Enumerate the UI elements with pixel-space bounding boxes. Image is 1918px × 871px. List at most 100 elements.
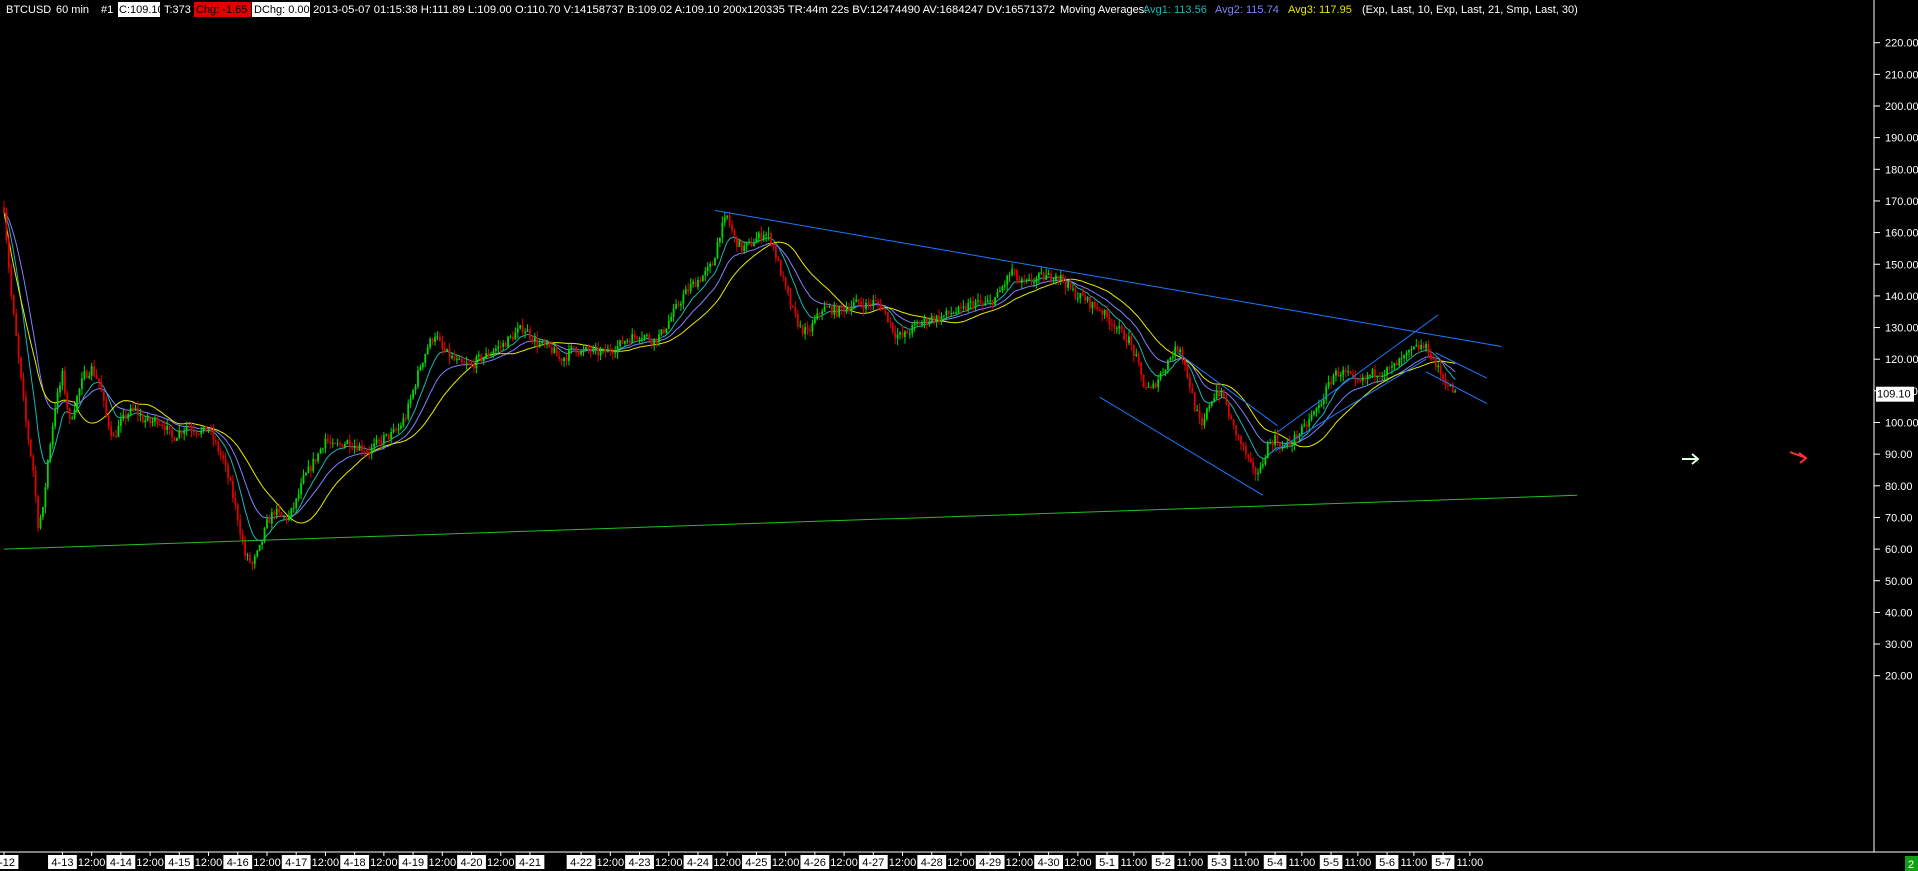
x-tick-label: 5-4 — [1267, 857, 1283, 869]
x-tick-label: 12:00 — [597, 857, 625, 869]
candle-body — [12, 295, 15, 314]
y-tick-label: 100.00 — [1885, 418, 1918, 430]
candle-body — [378, 439, 380, 441]
symbol-label: BTCUSD — [6, 4, 51, 16]
candle-body — [59, 385, 61, 393]
candle-body — [1193, 393, 1196, 411]
candle-body — [611, 351, 614, 354]
candle-body — [597, 348, 600, 356]
candle-body — [796, 313, 799, 327]
x-tick-label: 11:00 — [1457, 857, 1484, 869]
candle-body — [536, 337, 539, 347]
candle-body — [882, 308, 884, 310]
candle-body — [497, 346, 500, 349]
candle-body — [239, 520, 242, 535]
candle-body — [862, 304, 865, 310]
candle-body — [872, 300, 875, 306]
candle-body — [448, 348, 451, 358]
candle-body — [1259, 466, 1262, 473]
candle-body — [1191, 388, 1194, 394]
candle-body — [283, 516, 285, 518]
candle-body — [665, 328, 668, 334]
candle-body — [1347, 371, 1350, 373]
candle-body — [563, 357, 565, 362]
candle-body — [860, 302, 863, 305]
avg3-legend: Avg3: 117.95 — [1288, 4, 1352, 16]
candle-body — [490, 353, 492, 356]
candle-body — [1052, 279, 1055, 281]
candle-body — [1405, 352, 1408, 356]
candle-body — [100, 381, 103, 392]
candle-body — [546, 342, 548, 345]
candle-body — [270, 512, 273, 524]
candle-body — [81, 378, 83, 389]
candle-body — [1188, 377, 1191, 389]
x-tick-label: 4-14 — [110, 857, 132, 869]
candle-body — [351, 447, 354, 449]
candle-body — [918, 322, 921, 325]
corner-badge[interactable]: 2 — [1908, 859, 1914, 871]
candle-body — [163, 426, 166, 430]
candle-body — [638, 338, 641, 340]
candle-body — [85, 370, 88, 378]
candle-body — [560, 358, 563, 362]
candle-body — [631, 333, 634, 344]
candle-body — [986, 300, 989, 303]
candle-body — [950, 313, 953, 315]
x-tick-label: 12:00 — [1006, 857, 1034, 869]
candle-body — [1215, 391, 1218, 399]
candle-body — [996, 292, 999, 298]
candle-body — [1249, 457, 1252, 462]
candle-body — [1011, 269, 1013, 276]
candle-down — [10, 263, 13, 300]
candle-body — [585, 347, 587, 350]
candle-body — [1201, 417, 1203, 426]
candle-body — [20, 357, 22, 378]
candle-body — [1205, 408, 1208, 419]
candle-body — [331, 443, 334, 445]
candle-body — [402, 418, 405, 426]
candle-body — [1140, 362, 1143, 375]
candle-body — [670, 316, 673, 322]
candle-body — [809, 329, 811, 332]
candle-body — [124, 414, 127, 419]
candle-body — [348, 440, 351, 448]
candle-body — [438, 336, 441, 341]
x-tick-label: 4-13 — [51, 857, 73, 869]
y-tick-label: 160.00 — [1885, 228, 1918, 240]
candle-body — [682, 294, 685, 304]
candle-body — [1364, 377, 1367, 380]
candle-body — [175, 438, 178, 441]
candle-body — [969, 301, 972, 303]
candle-body — [1342, 369, 1345, 375]
x-tick-label: 12:00 — [136, 857, 164, 869]
candle-body — [660, 329, 663, 335]
candle-body — [538, 343, 541, 347]
x-tick-label: 12:00 — [78, 857, 106, 869]
candle-down — [1186, 363, 1189, 380]
price-chart[interactable]: BTCUSD 60 min #1 C:109.10 T:373 Chg: -1.… — [0, 0, 1918, 871]
candle-body — [865, 302, 867, 310]
x-tick-label: 5-5 — [1323, 857, 1339, 869]
candle-body — [1128, 336, 1130, 344]
candle-body — [1327, 382, 1330, 387]
candle-down — [20, 356, 22, 381]
candle-body — [227, 465, 229, 478]
candle-body — [721, 222, 724, 238]
candle-body — [736, 236, 738, 248]
candle-body — [1415, 345, 1418, 347]
candle-body — [197, 433, 200, 435]
candle-body — [799, 325, 802, 327]
candle-body — [887, 312, 889, 323]
candle-body — [317, 453, 320, 462]
x-tick-label: 12:00 — [655, 857, 683, 869]
candle-body — [1123, 329, 1125, 340]
candle-body — [733, 230, 736, 237]
candle-body — [1320, 404, 1323, 406]
y-tick-label: 180.00 — [1885, 164, 1918, 176]
candle-body — [777, 258, 780, 261]
candle-body — [568, 348, 570, 361]
candle-body — [1196, 409, 1199, 411]
candle-body — [56, 392, 59, 410]
candle-body — [93, 366, 95, 376]
